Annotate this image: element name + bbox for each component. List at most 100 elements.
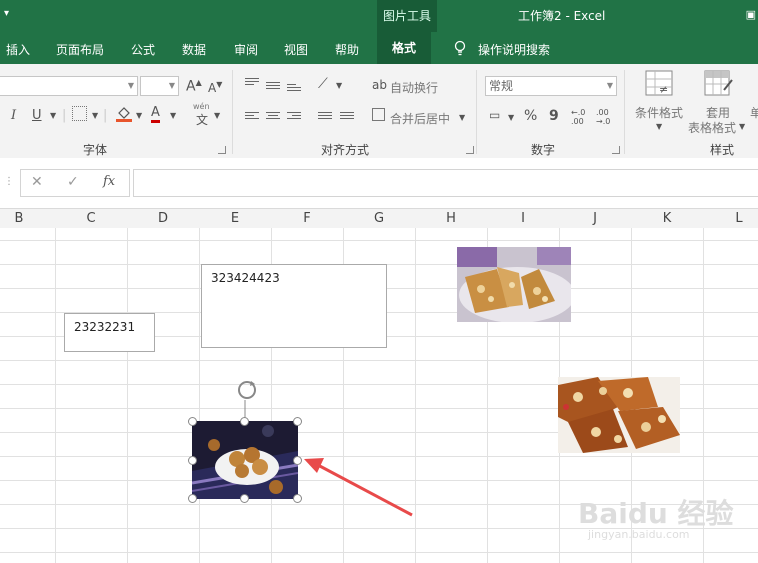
chevron-down-icon: ▼ <box>168 81 175 90</box>
decrease-indent-icon[interactable] <box>318 112 332 122</box>
column-header-l[interactable]: L <box>703 211 758 226</box>
align-middle-icon[interactable] <box>266 82 280 92</box>
conditional-formatting-icon[interactable]: ≠ <box>645 70 673 100</box>
font-dialog-launcher-icon[interactable] <box>218 146 226 154</box>
formula-input[interactable] <box>133 169 758 197</box>
tab-insert[interactable]: 插入 <box>6 41 30 58</box>
format-as-table-icon[interactable] <box>704 70 734 102</box>
grow-font-button[interactable]: A▲ <box>186 78 202 95</box>
group-separator <box>476 70 477 154</box>
chevron-down-icon[interactable]: ▼ <box>50 111 56 120</box>
accounting-format-icon[interactable]: ▭ <box>489 108 500 122</box>
phonetic-guide-pinyin[interactable]: wén <box>193 102 210 111</box>
ribbon-display-options-icon[interactable]: ▣ <box>746 8 756 21</box>
resize-handle-top[interactable] <box>240 417 249 426</box>
font-color-button[interactable]: A <box>151 106 160 123</box>
column-header-j[interactable]: J <box>559 211 631 226</box>
percent-style-button[interactable]: % <box>524 108 537 124</box>
tab-help[interactable]: 帮助 <box>335 41 359 58</box>
column-header-f[interactable]: F <box>271 211 343 226</box>
chevron-down-icon[interactable]: ▼ <box>214 111 220 120</box>
format-as-table-button-line2[interactable]: 表格格式 <box>688 119 736 136</box>
resize-handle-left[interactable] <box>188 456 197 465</box>
separator: | <box>103 108 108 123</box>
shrink-font-button[interactable]: A▼ <box>208 80 222 95</box>
tab-review[interactable]: 审阅 <box>234 41 258 58</box>
ribbon: ▼ ▼ A▲ A▼ I U ▼ | ▼ | ▼ A ▼ wén 文 ▼ 字体 ⟋… <box>0 64 758 159</box>
column-header-i[interactable]: I <box>487 211 559 226</box>
enter-icon[interactable]: ✓ <box>67 174 79 190</box>
fill-color-icon[interactable] <box>115 104 133 126</box>
alignment-group-label: 对齐方式 <box>321 143 370 157</box>
resize-handle-top-left[interactable] <box>188 417 197 426</box>
align-top-icon[interactable] <box>245 78 259 88</box>
column-header-c[interactable]: C <box>55 211 127 226</box>
tab-page-layout[interactable]: 页面布局 <box>56 41 104 58</box>
chevron-down-icon[interactable]: ▼ <box>739 122 745 131</box>
tab-formulas[interactable]: 公式 <box>131 41 155 58</box>
tell-me-search[interactable]: 操作说明搜索 <box>478 41 550 58</box>
borders-icon[interactable] <box>72 106 87 121</box>
comma-style-button[interactable]: 9 <box>549 108 559 124</box>
font-name-combo[interactable]: ▼ <box>0 76 138 96</box>
column-header-k[interactable]: K <box>631 211 703 226</box>
column-header-d[interactable]: D <box>127 211 199 226</box>
column-header-b[interactable]: B <box>0 211 55 226</box>
conditional-formatting-button[interactable]: 条件格式 <box>635 104 683 121</box>
chevron-down-icon[interactable]: ▼ <box>170 111 176 120</box>
chevron-down-icon[interactable]: ▼ <box>336 81 342 90</box>
resize-handle-top-right[interactable] <box>293 417 302 426</box>
wrap-text-button[interactable]: 自动换行 <box>390 79 438 96</box>
align-right-icon[interactable] <box>287 112 301 122</box>
wrap-text-icon[interactable]: ab <box>372 78 387 92</box>
column-header-h[interactable]: H <box>415 211 487 226</box>
title-bar: ▾ 图片工具 工作簿2 - Excel ▣ <box>0 0 758 64</box>
align-bottom-icon[interactable] <box>287 84 301 94</box>
decrease-decimal-button[interactable]: .00 →.0 <box>596 108 616 126</box>
chevron-down-icon[interactable]: ▼ <box>136 111 142 120</box>
number-dialog-launcher-icon[interactable] <box>612 146 620 154</box>
number-group-label: 数字 <box>531 143 556 157</box>
styles-group-label: 样式 <box>710 143 735 157</box>
cancel-icon[interactable]: ✕ <box>31 174 43 190</box>
food-photo-1[interactable] <box>457 247 571 322</box>
font-group-label: 字体 <box>83 143 108 157</box>
align-left-icon[interactable] <box>245 112 259 122</box>
increase-indent-icon[interactable] <box>340 112 354 122</box>
font-size-combo[interactable]: ▼ <box>140 76 179 96</box>
quick-access-dropdown-icon[interactable]: ▾ <box>4 8 9 19</box>
resize-handle-bottom-left[interactable] <box>188 494 197 503</box>
align-center-icon[interactable] <box>266 112 280 122</box>
resize-handle-bottom[interactable] <box>240 494 249 503</box>
italic-button[interactable]: I <box>11 108 16 123</box>
cell-styles-button-clipped[interactable]: 单 <box>750 104 758 121</box>
phonetic-guide-button[interactable]: 文 <box>196 111 208 128</box>
formula-bar: ⋮ ✕ ✓ fx <box>0 158 758 208</box>
tab-data[interactable]: 数据 <box>182 41 206 58</box>
group-separator <box>624 70 625 154</box>
rotate-handle-icon[interactable] <box>234 378 262 422</box>
food-photo-2[interactable] <box>558 377 680 453</box>
alignment-dialog-launcher-icon[interactable] <box>466 146 474 154</box>
chevron-down-icon[interactable]: ▼ <box>656 122 662 131</box>
column-header-e[interactable]: E <box>199 211 271 226</box>
chevron-down-icon[interactable]: ▼ <box>92 111 98 120</box>
chevron-down-icon[interactable]: ▼ <box>459 113 465 122</box>
chevron-down-icon: ▼ <box>127 81 134 90</box>
chevron-down-icon[interactable]: ▼ <box>508 113 514 122</box>
text-box-1[interactable]: 23232231 <box>64 313 155 352</box>
orientation-icon[interactable]: ⟋ <box>318 76 328 92</box>
insert-function-icon[interactable]: fx <box>103 174 115 189</box>
number-format-combo[interactable]: 常规 ▼ <box>485 76 617 96</box>
merge-center-icon[interactable] <box>372 108 385 121</box>
baidu-watermark: Baidu 经验 <box>578 497 734 530</box>
tab-view[interactable]: 视图 <box>284 41 308 58</box>
column-header-g[interactable]: G <box>343 211 415 226</box>
underline-button[interactable]: U <box>32 108 42 123</box>
merge-center-button[interactable]: 合并后居中 <box>390 110 450 127</box>
grip-icon[interactable]: ⋮ <box>4 176 14 187</box>
text-box-2[interactable]: 323424423 <box>201 264 387 348</box>
food-photo-3-selected[interactable] <box>192 421 298 499</box>
increase-decimal-button[interactable]: ←.0 .00 <box>571 108 591 126</box>
tab-format[interactable]: 格式 <box>377 32 432 64</box>
